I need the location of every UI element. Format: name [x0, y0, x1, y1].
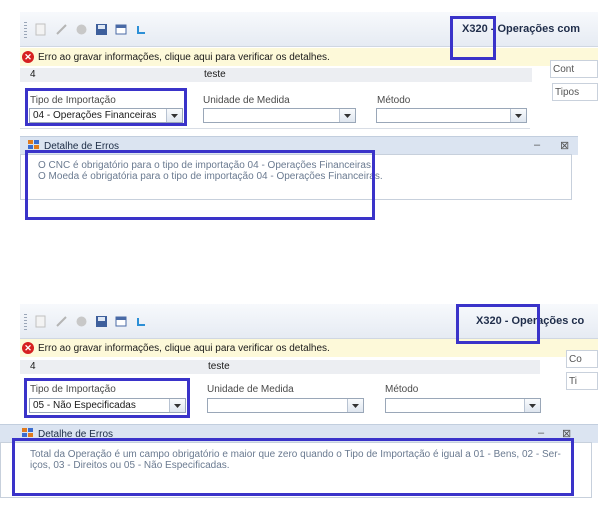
label-metodo: Método [377, 95, 411, 106]
side-tab-tipos[interactable]: Tipos [552, 83, 598, 101]
form-title: X320 - Operações co [476, 315, 585, 327]
chevron-down-icon[interactable] [347, 399, 363, 412]
label-tipo-importacao: Tipo de Importação [30, 384, 116, 395]
error-icon: ✕ [22, 51, 34, 63]
screenshot-panel-1: X320 - Operações com ✕ Erro ao gravar in… [0, 0, 598, 220]
refresh-icon[interactable] [134, 314, 148, 328]
data-row: 4 teste [20, 360, 540, 374]
new-icon[interactable] [34, 314, 48, 328]
error-line: iços, 03 - Direitos ou 05 - Não Especifi… [30, 460, 230, 471]
error-bar[interactable]: ✕ Erro ao gravar informações, clique aqu… [20, 48, 598, 66]
minimize-icon[interactable]: ‒ [534, 139, 540, 151]
delete-icon[interactable] [74, 22, 88, 36]
error-dialog-header: Detalhe de Erros ‒ ⊠ [0, 424, 598, 443]
toolbar: X320 - Operações com [20, 12, 598, 47]
row-code: 4 [30, 69, 36, 80]
label-tipo-importacao: Tipo de Importação [30, 95, 116, 106]
error-message: Erro ao gravar informações, clique aqui … [38, 342, 330, 354]
label-metodo: Método [385, 384, 419, 395]
metodo-select[interactable] [376, 108, 527, 123]
error-line: O CNC é obrigatório para o tipo de impor… [38, 160, 374, 171]
label-unidade-medida: Unidade de Medida [203, 95, 290, 106]
label-unidade-medida: Unidade de Medida [207, 384, 294, 395]
dialog-window-icon [22, 427, 34, 441]
close-icon[interactable]: ⊠ [562, 427, 571, 440]
data-row: 4 teste [20, 68, 532, 82]
chevron-down-icon[interactable] [524, 399, 540, 412]
error-line: Total da Operação é um campo obrigatório… [30, 449, 561, 460]
error-line: O Moeda é obrigatória para o tipo de imp… [38, 171, 383, 182]
dialog-window-icon [28, 139, 40, 153]
toolbar-grip[interactable] [24, 314, 27, 330]
error-bar[interactable]: ✕ Erro ao gravar informações, clique aqu… [20, 339, 598, 357]
metodo-select[interactable] [385, 398, 541, 413]
side-tab-ti[interactable]: Ti [566, 372, 598, 390]
toolbar-grip[interactable] [24, 22, 27, 38]
unidade-medida-select[interactable] [203, 108, 356, 123]
window-icon[interactable] [114, 22, 128, 36]
edit-icon[interactable] [54, 314, 68, 328]
refresh-icon[interactable] [134, 22, 148, 36]
chevron-down-icon[interactable] [339, 109, 355, 122]
chevron-down-icon[interactable] [166, 109, 182, 122]
form-title: X320 - Operações com [462, 23, 581, 35]
error-dialog-header: Detalhe de Erros ‒ ⊠ [20, 136, 578, 155]
row-code: 4 [30, 361, 36, 372]
side-tab-co[interactable]: Co [566, 350, 598, 368]
new-icon[interactable] [34, 22, 48, 36]
tipo-importacao-select[interactable]: 05 - Não Especificadas [29, 398, 186, 413]
row-desc: teste [208, 361, 230, 372]
error-icon: ✕ [22, 342, 34, 354]
error-dialog-body: O CNC é obrigatório para o tipo de impor… [20, 154, 572, 200]
edit-icon[interactable] [54, 22, 68, 36]
error-message: Erro ao gravar informações, clique aqui … [38, 51, 330, 63]
tipo-importacao-select[interactable]: 04 - Operações Financeiras [29, 108, 183, 123]
toolbar: X320 - Operações co [20, 304, 598, 339]
minimize-icon[interactable]: ‒ [538, 427, 544, 439]
save-icon[interactable] [94, 22, 108, 36]
dialog-title: Detalhe de Erros [44, 140, 120, 152]
window-icon[interactable] [114, 314, 128, 328]
tipo-importacao-value: 04 - Operações Financeiras [33, 110, 157, 121]
chevron-down-icon[interactable] [169, 399, 185, 412]
side-tab-cont[interactable]: Cont [550, 60, 598, 78]
tipo-importacao-value: 05 - Não Especificadas [33, 400, 136, 411]
chevron-down-icon[interactable] [510, 109, 526, 122]
screenshot-panel-2: X320 - Operações co ✕ Erro ao gravar inf… [0, 300, 598, 518]
unidade-medida-select[interactable] [207, 398, 364, 413]
dialog-title: Detalhe de Erros [38, 428, 114, 440]
divider [20, 128, 530, 129]
error-dialog-body: Total da Operação é um campo obrigatório… [0, 442, 592, 498]
delete-icon[interactable] [74, 314, 88, 328]
row-desc: teste [204, 69, 226, 80]
close-icon[interactable]: ⊠ [560, 139, 569, 152]
save-icon[interactable] [94, 314, 108, 328]
